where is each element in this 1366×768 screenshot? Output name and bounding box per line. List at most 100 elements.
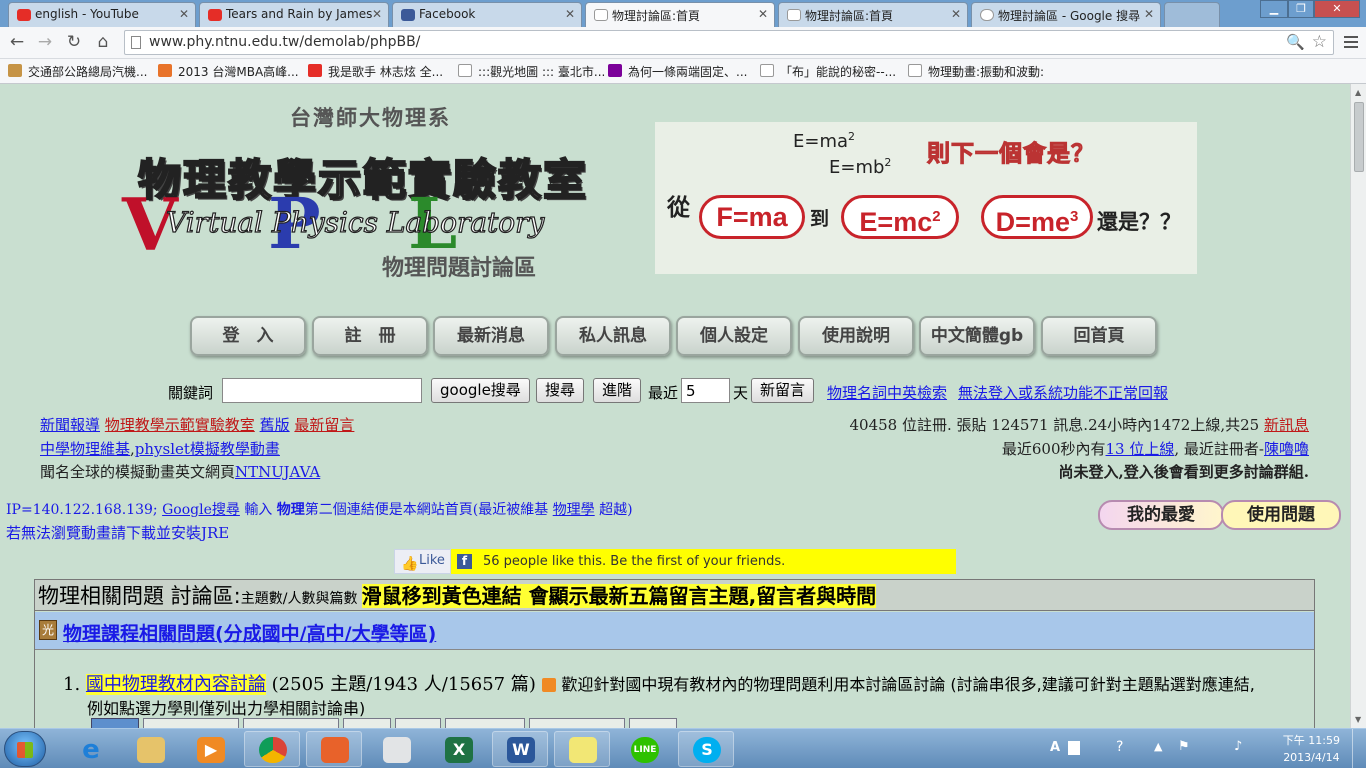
start-button[interactable] bbox=[4, 731, 46, 767]
forum-item-link[interactable]: 國中物理教材內容討論 bbox=[85, 674, 266, 695]
nav-profile-settings[interactable]: 個人設定 bbox=[676, 316, 792, 356]
excel-taskbar-button[interactable]: X bbox=[430, 731, 486, 767]
new-posts-button[interactable]: 新留言 bbox=[751, 378, 815, 403]
zoom-icon[interactable]: 🔍 bbox=[1286, 33, 1305, 51]
bookmark-item[interactable]: 為何一條兩端固定、... bbox=[608, 63, 747, 80]
forum-category-row[interactable]: 光 物理課程相關問題(分成國中/高中/大學等區) bbox=[35, 612, 1314, 650]
skype-taskbar-button[interactable]: S bbox=[678, 731, 734, 767]
new-tab-button[interactable] bbox=[1164, 2, 1220, 27]
bookmark-item[interactable]: 「布」能說的秘密--... bbox=[760, 63, 896, 80]
sticky-notes-taskbar-button[interactable] bbox=[554, 731, 610, 767]
tab-youtube-english[interactable]: english - YouTube ✕ bbox=[8, 2, 196, 27]
bookmark-item[interactable]: 交通部公路總局汽機... bbox=[8, 63, 147, 80]
physics-glossary-link[interactable]: 物理名詞中英檢索 bbox=[827, 382, 947, 403]
close-window-button[interactable]: ✕ bbox=[1314, 0, 1360, 18]
my-favorites-button[interactable]: 我的最愛 bbox=[1098, 500, 1224, 530]
subforum-button[interactable] bbox=[243, 718, 339, 728]
subforum-button[interactable] bbox=[529, 718, 625, 728]
close-icon[interactable]: ✕ bbox=[179, 7, 189, 21]
tab-forum-active[interactable]: 物理討論區:首頁 ✕ bbox=[585, 2, 775, 27]
reload-icon[interactable]: ↻ bbox=[63, 31, 85, 53]
tab-youtube-tears[interactable]: Tears and Rain by James ✕ bbox=[199, 2, 389, 27]
physlet-link[interactable]: physlet模擬教學動畫 bbox=[135, 440, 280, 458]
line-taskbar-button[interactable]: LINE bbox=[616, 731, 672, 767]
demo-lab-link[interactable]: 物理教學示範實驗教室 bbox=[105, 416, 255, 434]
rss-icon[interactable] bbox=[541, 678, 556, 692]
google-search-link[interactable]: Google搜尋 bbox=[162, 502, 240, 518]
show-hidden-icons-icon[interactable]: ▲ bbox=[1154, 740, 1162, 753]
vertical-scrollbar[interactable]: ▲ ▼ bbox=[1350, 84, 1366, 728]
tab-forum[interactable]: 物理討論區:首頁 ✕ bbox=[778, 2, 968, 27]
facebook-like-button[interactable]: 👍 Like bbox=[394, 549, 451, 574]
scroll-up-icon[interactable]: ▲ bbox=[1355, 88, 1361, 97]
close-icon[interactable]: ✕ bbox=[758, 7, 768, 21]
subforum-button[interactable] bbox=[343, 718, 391, 728]
minimize-button[interactable]: ▁ bbox=[1260, 0, 1288, 18]
bookmark-item[interactable]: :::觀光地圖 ::: 臺北市... bbox=[458, 63, 605, 80]
physics-wiki-link[interactable]: 物理學 bbox=[553, 502, 595, 518]
ime-language-indicator[interactable]: A bbox=[1050, 740, 1060, 755]
chrome-taskbar-button[interactable] bbox=[244, 731, 300, 767]
keyword-input[interactable] bbox=[222, 378, 422, 403]
nav-latest-news[interactable]: 最新消息 bbox=[433, 316, 549, 356]
menu-icon[interactable] bbox=[1344, 36, 1358, 48]
search-button[interactable]: 搜尋 bbox=[536, 378, 585, 403]
newest-member-link[interactable]: 陳嚕嚕 bbox=[1264, 440, 1309, 458]
subforum-button[interactable] bbox=[445, 718, 525, 728]
back-arrow-icon[interactable]: ← bbox=[6, 31, 28, 53]
app-taskbar-button[interactable] bbox=[306, 731, 362, 767]
jre-notice[interactable]: 若無法瀏覽動畫請下載並安裝JRE bbox=[6, 522, 229, 543]
lab-logo-banner[interactable]: 台灣師大物理系 物理教學示範實驗教室 V P L Virtual Physics… bbox=[118, 102, 638, 282]
nav-simplified-chinese[interactable]: 中文簡體gb bbox=[919, 316, 1035, 356]
paint-taskbar-button[interactable] bbox=[368, 731, 424, 767]
media-player-taskbar-button[interactable]: ▶ bbox=[182, 731, 238, 767]
subforum-button[interactable] bbox=[143, 718, 239, 728]
nav-register[interactable]: 註 冊 bbox=[312, 316, 428, 356]
home-icon[interactable]: ⌂ bbox=[92, 31, 114, 53]
nav-private-messages[interactable]: 私人訊息 bbox=[555, 316, 671, 356]
scroll-down-icon[interactable]: ▼ bbox=[1355, 715, 1361, 724]
word-taskbar-button[interactable]: W bbox=[492, 731, 548, 767]
wiki-link[interactable]: 中學物理維基 bbox=[40, 440, 130, 458]
close-icon[interactable]: ✕ bbox=[1144, 7, 1154, 21]
subforum-button[interactable] bbox=[629, 718, 677, 728]
ime-mode-icon[interactable] bbox=[1068, 741, 1080, 755]
volume-icon[interactable]: ♪ bbox=[1234, 739, 1242, 754]
ntnujava-link[interactable]: NTNUJAVA bbox=[235, 463, 320, 481]
maximize-button[interactable]: ❐ bbox=[1288, 0, 1314, 18]
category-link[interactable]: 物理課程相關問題(分成國中/高中/大學等區) bbox=[63, 619, 436, 646]
scrollbar-thumb[interactable] bbox=[1354, 102, 1364, 172]
new-messages-link[interactable]: 新訊息 bbox=[1264, 416, 1309, 434]
news-link[interactable]: 新聞報導 bbox=[40, 416, 100, 434]
nav-help[interactable]: 使用說明 bbox=[798, 316, 914, 356]
bookmark-item[interactable]: 物理動畫:振動和波動: bbox=[908, 63, 1044, 80]
report-problem-link[interactable]: 無法登入或系統功能不正常回報 bbox=[958, 382, 1168, 403]
old-version-link[interactable]: 舊版 bbox=[260, 416, 290, 434]
close-icon[interactable]: ✕ bbox=[951, 7, 961, 21]
bookmark-item[interactable]: 2013 台灣MBA高峰... bbox=[158, 63, 299, 80]
show-desktop-button[interactable] bbox=[1352, 729, 1366, 768]
address-bar[interactable]: www.phy.ntnu.edu.tw/demolab/phpBB/ 🔍 ☆ bbox=[124, 30, 1334, 55]
bookmark-item[interactable]: 我是歌手 林志炫 全... bbox=[308, 63, 443, 80]
days-input[interactable] bbox=[681, 378, 730, 403]
subforum-button[interactable] bbox=[91, 718, 139, 728]
nav-login[interactable]: 登 入 bbox=[190, 316, 306, 356]
flag-icon[interactable]: ⚑ bbox=[1178, 739, 1190, 754]
forward-arrow-icon[interactable]: → bbox=[34, 31, 56, 53]
tab-facebook[interactable]: Facebook ✕ bbox=[392, 2, 582, 27]
advanced-search-button[interactable]: 進階 bbox=[593, 378, 642, 403]
nav-home[interactable]: 回首頁 bbox=[1041, 316, 1157, 356]
taskbar-clock[interactable]: 下午 11:59 2013/4/14 bbox=[1283, 732, 1340, 766]
explorer-taskbar-button[interactable] bbox=[122, 731, 178, 767]
ie-taskbar-button[interactable]: e bbox=[62, 731, 118, 767]
help-icon[interactable]: ? bbox=[1116, 739, 1123, 755]
usage-problems-button[interactable]: 使用問題 bbox=[1221, 500, 1341, 530]
online-users-link[interactable]: 13 位上線 bbox=[1106, 440, 1175, 458]
latest-posts-link[interactable]: 最新留言 bbox=[294, 416, 354, 434]
subforum-button[interactable] bbox=[395, 718, 441, 728]
close-icon[interactable]: ✕ bbox=[372, 7, 382, 21]
google-search-button[interactable]: google搜尋 bbox=[431, 378, 530, 403]
bookmark-star-icon[interactable]: ☆ bbox=[1312, 32, 1327, 52]
tab-google-search[interactable]: 物理討論區 - Google 搜尋 ✕ bbox=[971, 2, 1161, 27]
close-icon[interactable]: ✕ bbox=[565, 7, 575, 21]
